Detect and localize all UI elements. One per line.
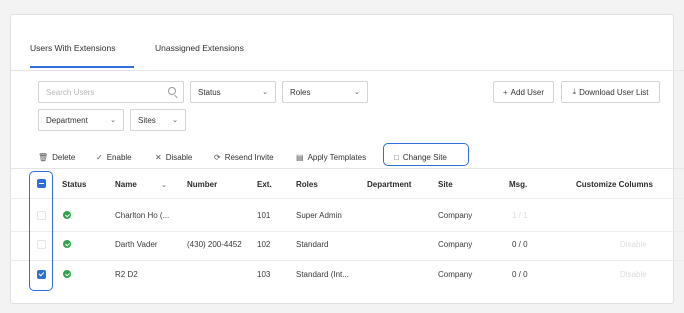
department-dropdown-label: Department xyxy=(46,115,88,125)
user-msg: 1 / 1 xyxy=(512,211,528,220)
active-status-icon xyxy=(63,211,71,219)
row-divider xyxy=(11,231,684,232)
apply-templates-button[interactable]: ▤ Apply Templates xyxy=(296,150,366,164)
column-header-number[interactable]: Number xyxy=(187,180,217,189)
add-user-button[interactable]: + Add User xyxy=(493,81,554,103)
user-name[interactable]: Charlton Ho (... xyxy=(115,211,169,220)
user-site: Company xyxy=(438,240,473,249)
delete-button[interactable]: 🗑 Delete xyxy=(38,150,75,164)
user-site: Company xyxy=(438,270,473,279)
tabs-divider xyxy=(11,70,684,71)
download-icon: ⤓ xyxy=(572,87,577,96)
search-icon xyxy=(168,87,176,95)
plus-icon: + xyxy=(502,87,508,97)
search-placeholder: Search Users xyxy=(46,87,95,97)
user-ext: 101 xyxy=(257,211,271,220)
status-dropdown-label: Status xyxy=(198,87,221,97)
column-header-name[interactable]: Name ⌄ xyxy=(115,180,167,189)
user-msg: 0 / 0 xyxy=(512,240,528,249)
active-status-icon xyxy=(63,240,71,248)
apply-templates-label: Apply Templates xyxy=(307,152,367,162)
user-name[interactable]: Darth Vader xyxy=(115,240,158,249)
template-icon: ▤ xyxy=(296,152,304,162)
add-user-label: Add User xyxy=(510,87,545,97)
delete-label: Delete xyxy=(52,152,76,162)
user-site: Company xyxy=(438,211,473,220)
close-icon: ✕ xyxy=(155,152,162,162)
change-site-highlight xyxy=(383,143,469,166)
roles-dropdown-label: Roles xyxy=(290,87,311,97)
disable-button[interactable]: ✕ Disable xyxy=(155,150,192,164)
check-icon: ✓ xyxy=(96,152,103,162)
chevron-down-icon: ⌄ xyxy=(354,89,360,96)
status-dropdown[interactable]: Status ⌄ xyxy=(190,81,276,103)
department-dropdown[interactable]: Department ⌄ xyxy=(38,109,124,131)
user-name[interactable]: R2 D2 xyxy=(115,270,138,279)
user-role: Standard xyxy=(296,240,329,249)
checkbox-column-highlight xyxy=(29,171,53,291)
row-divider xyxy=(11,198,684,199)
roles-dropdown[interactable]: Roles ⌄ xyxy=(282,81,368,103)
user-number: (430) 200-4452 xyxy=(187,240,242,249)
resend-invite-button[interactable]: ⟳ Resend Invite xyxy=(214,150,274,164)
user-ext: 103 xyxy=(257,270,271,279)
disable-label: Disable xyxy=(165,152,193,162)
chevron-down-icon: ⌄ xyxy=(262,89,268,96)
chevron-down-icon: ⌄ xyxy=(172,117,178,124)
chevron-down-icon: ⌄ xyxy=(110,117,116,124)
resend-invite-label: Resend Invite xyxy=(224,152,274,162)
enable-label: Enable xyxy=(106,152,132,162)
refresh-icon: ⟳ xyxy=(214,152,221,162)
download-user-list-label: Download User List xyxy=(579,87,649,97)
tab-users-with-extensions[interactable]: Users With Extensions xyxy=(30,43,116,53)
download-user-list-button[interactable]: ⤓ Download User List xyxy=(561,81,660,103)
sites-dropdown[interactable]: Sites ⌄ xyxy=(130,109,186,131)
enable-button[interactable]: ✓ Enable xyxy=(96,150,132,164)
user-msg: 0 / 0 xyxy=(512,270,528,279)
trash-icon: 🗑 xyxy=(38,152,49,162)
row-divider xyxy=(11,260,684,261)
column-header-department[interactable]: Department xyxy=(367,180,411,189)
header-divider xyxy=(11,168,684,169)
tab-unassigned-extensions[interactable]: Unassigned Extensions xyxy=(155,43,244,53)
column-header-msg[interactable]: Msg. xyxy=(509,180,527,189)
row-extra: Disable xyxy=(620,240,647,249)
row-extra: Disable xyxy=(620,270,647,279)
column-header-roles[interactable]: Roles xyxy=(296,180,318,189)
column-header-status[interactable]: Status xyxy=(62,180,86,189)
active-status-icon xyxy=(63,270,71,278)
sites-dropdown-label: Sites xyxy=(138,115,156,125)
active-tab-indicator xyxy=(30,66,134,68)
customize-columns-link[interactable]: Customize Columns xyxy=(576,180,653,189)
user-role: Super Admin xyxy=(296,211,342,220)
user-role: Standard (Int... xyxy=(296,270,349,279)
column-header-ext[interactable]: Ext. xyxy=(257,180,272,189)
chevron-down-icon: ⌄ xyxy=(161,182,167,189)
search-input[interactable]: Search Users xyxy=(38,81,184,103)
user-ext: 102 xyxy=(257,240,271,249)
column-header-name-label: Name xyxy=(115,180,137,189)
column-header-site[interactable]: Site xyxy=(438,180,453,189)
